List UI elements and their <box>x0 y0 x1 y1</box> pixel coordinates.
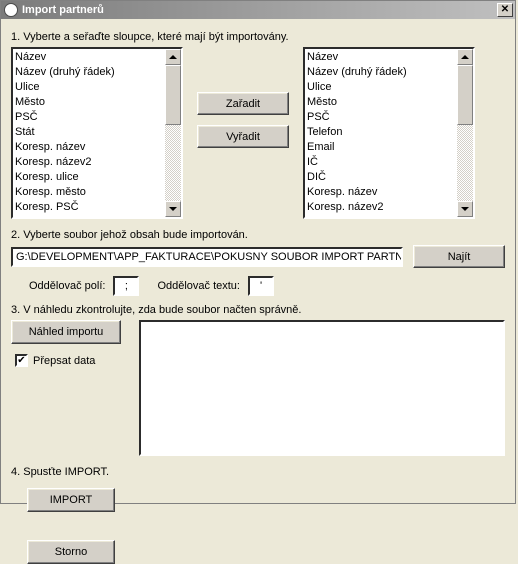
list-item[interactable]: Koresp. název <box>307 185 455 200</box>
import-partners-dialog: Import partnerů ✕ 1. Vyberte a seřaďte s… <box>0 0 516 504</box>
list-item[interactable]: Název (druhý řádek) <box>307 65 455 80</box>
app-icon <box>4 3 18 17</box>
remove-column-button[interactable]: Vyřadit <box>197 125 289 148</box>
step3-label: 3. V náhledu zkontrolujte, zda bude soub… <box>11 304 505 316</box>
import-button[interactable]: IMPORT <box>27 488 115 512</box>
field-separator-input[interactable]: ; <box>113 276 139 296</box>
add-column-button[interactable]: Zařadit <box>197 92 289 115</box>
list-item[interactable]: Název <box>15 50 163 65</box>
list-item[interactable]: Město <box>307 95 455 110</box>
list-item[interactable]: DIČ <box>307 170 455 185</box>
list-item[interactable]: Koresp. název <box>15 140 163 155</box>
step4-label: 4. Spusťte IMPORT. <box>11 466 505 478</box>
list-item[interactable]: Stát <box>15 125 163 140</box>
scroll-up-icon[interactable] <box>457 49 473 65</box>
overwrite-data-label: Přepsat data <box>33 355 95 367</box>
list-item[interactable]: Email <box>307 140 455 155</box>
list-item[interactable]: Koresp. ulice <box>15 170 163 185</box>
list-item[interactable]: Název (druhý řádek) <box>15 65 163 80</box>
step2-label: 2. Vyberte soubor jehož obsah bude impor… <box>11 229 505 241</box>
list-item[interactable]: Koresp. název2 <box>307 200 455 215</box>
list-item[interactable]: Ulice <box>15 80 163 95</box>
field-separator-label: Oddělovač polí: <box>29 280 105 292</box>
titlebar: Import partnerů ✕ <box>1 1 515 19</box>
window-title: Import partnerů <box>22 4 104 16</box>
scroll-up-icon[interactable] <box>165 49 181 65</box>
scroll-down-icon[interactable] <box>457 201 473 217</box>
list-item[interactable]: PSČ <box>15 110 163 125</box>
list-item[interactable]: Ulice <box>307 80 455 95</box>
text-separator-input[interactable]: ' <box>248 276 274 296</box>
list-item[interactable]: Název <box>307 50 455 65</box>
selected-columns-list[interactable]: NázevNázev (druhý řádek)UliceMěstoPSČTel… <box>303 47 475 219</box>
import-preview-area <box>139 320 505 456</box>
scroll-down-icon[interactable] <box>165 201 181 217</box>
list-item[interactable]: Koresp. PSČ <box>15 200 163 215</box>
list-item[interactable]: Koresp. název2 <box>15 155 163 170</box>
file-path-input[interactable]: G:\DEVELOPMENT\APP_FAKTURACE\POKUSNY SOU… <box>11 247 403 267</box>
list-item[interactable]: Koresp. město <box>15 185 163 200</box>
preview-import-button[interactable]: Náhled importu <box>11 320 121 344</box>
scrollbar[interactable] <box>165 49 181 217</box>
step1-label: 1. Vyberte a seřaďte sloupce, které mají… <box>11 31 505 43</box>
overwrite-data-checkbox[interactable]: ✔ <box>15 354 28 367</box>
find-file-button[interactable]: Najít <box>413 245 505 268</box>
text-separator-label: Oddělovač textu: <box>157 280 240 292</box>
list-item[interactable]: Město <box>15 95 163 110</box>
list-item[interactable]: IČ <box>307 155 455 170</box>
close-icon[interactable]: ✕ <box>497 3 513 17</box>
list-item[interactable]: PSČ <box>307 110 455 125</box>
scroll-thumb[interactable] <box>165 65 181 125</box>
scroll-thumb[interactable] <box>457 65 473 125</box>
available-columns-list[interactable]: NázevNázev (druhý řádek)UliceMěstoPSČStá… <box>11 47 183 219</box>
cancel-button[interactable]: Storno <box>27 540 115 564</box>
list-item[interactable]: Telefon <box>307 125 455 140</box>
scrollbar[interactable] <box>457 49 473 217</box>
